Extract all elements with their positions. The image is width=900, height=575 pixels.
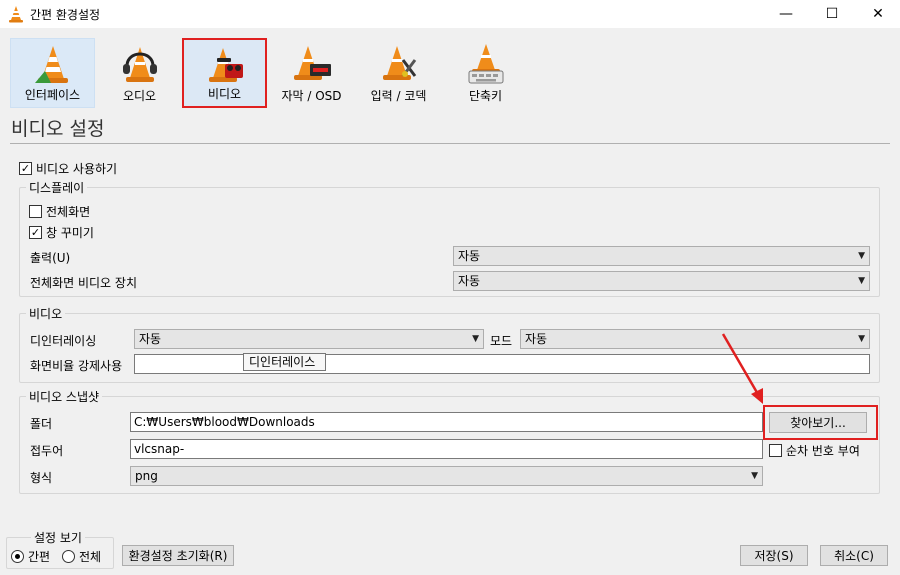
output-value: 자동: [458, 249, 481, 263]
folder-input[interactable]: C:₩Users₩blood₩Downloads: [130, 412, 763, 432]
video-group-legend: 비디오: [26, 305, 66, 322]
view-simple-option: 간편: [11, 548, 50, 565]
fullscreen-row: 전체화면: [29, 203, 90, 220]
deinterlace-value: 자동: [139, 332, 162, 346]
display-group-legend: 디스플레이: [26, 179, 88, 196]
fullscreen-device-value: 자동: [458, 274, 481, 288]
mode-value: 자동: [525, 332, 548, 346]
output-select[interactable]: 자동 ▼: [453, 246, 870, 266]
format-label: 형식: [30, 471, 53, 485]
input-codec-cone-icon: [382, 46, 416, 80]
view-all-option: 전체: [62, 548, 101, 565]
audio-headphones-icon: [122, 47, 157, 82]
folder-label: 폴더: [30, 417, 53, 431]
view-simple-radio[interactable]: [11, 550, 24, 563]
maximize-button[interactable]: ☐: [809, 0, 855, 28]
format-select[interactable]: png ▼: [130, 466, 763, 486]
decorations-checkbox[interactable]: ✓: [29, 226, 42, 239]
enable-video-row: ✓ 비디오 사용하기: [19, 160, 117, 177]
view-simple-label: 간편: [28, 550, 51, 564]
save-button[interactable]: 저장(S): [740, 545, 808, 566]
category-input-codecs[interactable]: 입력 / 코덱: [356, 38, 441, 108]
category-label: 인터페이스: [24, 88, 81, 102]
fullscreen-label: 전체화면: [46, 205, 91, 219]
mode-select[interactable]: 자동 ▼: [520, 329, 870, 349]
window-title: 간편 환경설정: [30, 8, 101, 22]
video-cone-icon: [208, 48, 243, 82]
deinterlace-tooltip: 디인터레이스: [243, 353, 326, 371]
category-interface[interactable]: 인터페이스: [10, 38, 95, 108]
hotkeys-cone-icon: [468, 44, 503, 84]
subtitle-cone-icon: [293, 46, 331, 80]
chevron-down-icon: ▼: [751, 471, 758, 481]
cancel-button[interactable]: 취소(C): [820, 545, 888, 566]
fullscreen-device-label: 전체화면 비디오 장치: [30, 276, 137, 290]
reset-preferences-button[interactable]: 환경설정 초기화(R): [122, 545, 234, 566]
decorations-label: 창 꾸미기: [46, 226, 94, 240]
fullscreen-device-select[interactable]: 자동 ▼: [453, 271, 870, 291]
output-label: 출력(U): [30, 251, 71, 265]
decorations-row: ✓ 창 꾸미기: [29, 224, 94, 241]
category-label: 단축키: [468, 89, 503, 103]
fullscreen-checkbox[interactable]: [29, 205, 42, 218]
chevron-down-icon: ▼: [858, 276, 865, 286]
enable-video-checkbox[interactable]: ✓: [19, 162, 32, 175]
deinterlace-label: 디인터레이싱: [30, 334, 97, 348]
chevron-down-icon: ▼: [858, 251, 865, 261]
category-label: 자막 / OSD: [281, 89, 342, 103]
sequential-label: 순차 번호 부여: [786, 444, 860, 458]
sequential-row: 순차 번호 부여: [769, 442, 860, 459]
view-all-radio[interactable]: [62, 550, 75, 563]
vlc-cone-icon: [9, 6, 23, 23]
title-bar: 간편 환경설정 — ☐ ✕: [0, 0, 900, 28]
close-button[interactable]: ✕: [855, 0, 900, 28]
browse-highlight-box: [763, 405, 878, 440]
aspect-ratio-label: 화면비율 강제사용: [30, 359, 123, 373]
format-value: png: [135, 469, 158, 483]
show-settings-legend: 설정 보기: [31, 529, 85, 546]
category-hotkeys[interactable]: 단축키: [443, 38, 528, 108]
annotation-arrow: [721, 333, 763, 404]
minimize-button[interactable]: —: [763, 0, 809, 28]
enable-video-label: 비디오 사용하기: [36, 162, 118, 176]
prefix-label: 접두어: [30, 444, 64, 458]
category-bar: 인터페이스 오디오 비디오 자막 / OSD 입력 / 코덱 단축키: [10, 35, 545, 110]
chevron-down-icon: ▼: [858, 334, 865, 344]
chevron-down-icon: ▼: [472, 334, 479, 344]
category-subtitles-osd[interactable]: 자막 / OSD: [269, 38, 354, 108]
snapshot-group-legend: 비디오 스냅샷: [26, 388, 103, 405]
title-divider: [10, 143, 890, 144]
category-label: 오디오: [122, 89, 157, 103]
category-audio[interactable]: 오디오: [97, 38, 182, 108]
page-title: 비디오 설정: [11, 118, 105, 140]
view-all-label: 전체: [79, 550, 102, 564]
sequential-checkbox[interactable]: [769, 444, 782, 457]
deinterlace-select[interactable]: 자동 ▼: [134, 329, 484, 349]
mode-label: 모드: [490, 334, 513, 348]
category-video[interactable]: 비디오: [182, 38, 267, 108]
interface-cone-icon: [34, 46, 68, 83]
prefix-input[interactable]: vlcsnap-: [130, 439, 763, 459]
category-label: 비디오: [207, 87, 242, 101]
category-label: 입력 / 코덱: [370, 89, 427, 103]
